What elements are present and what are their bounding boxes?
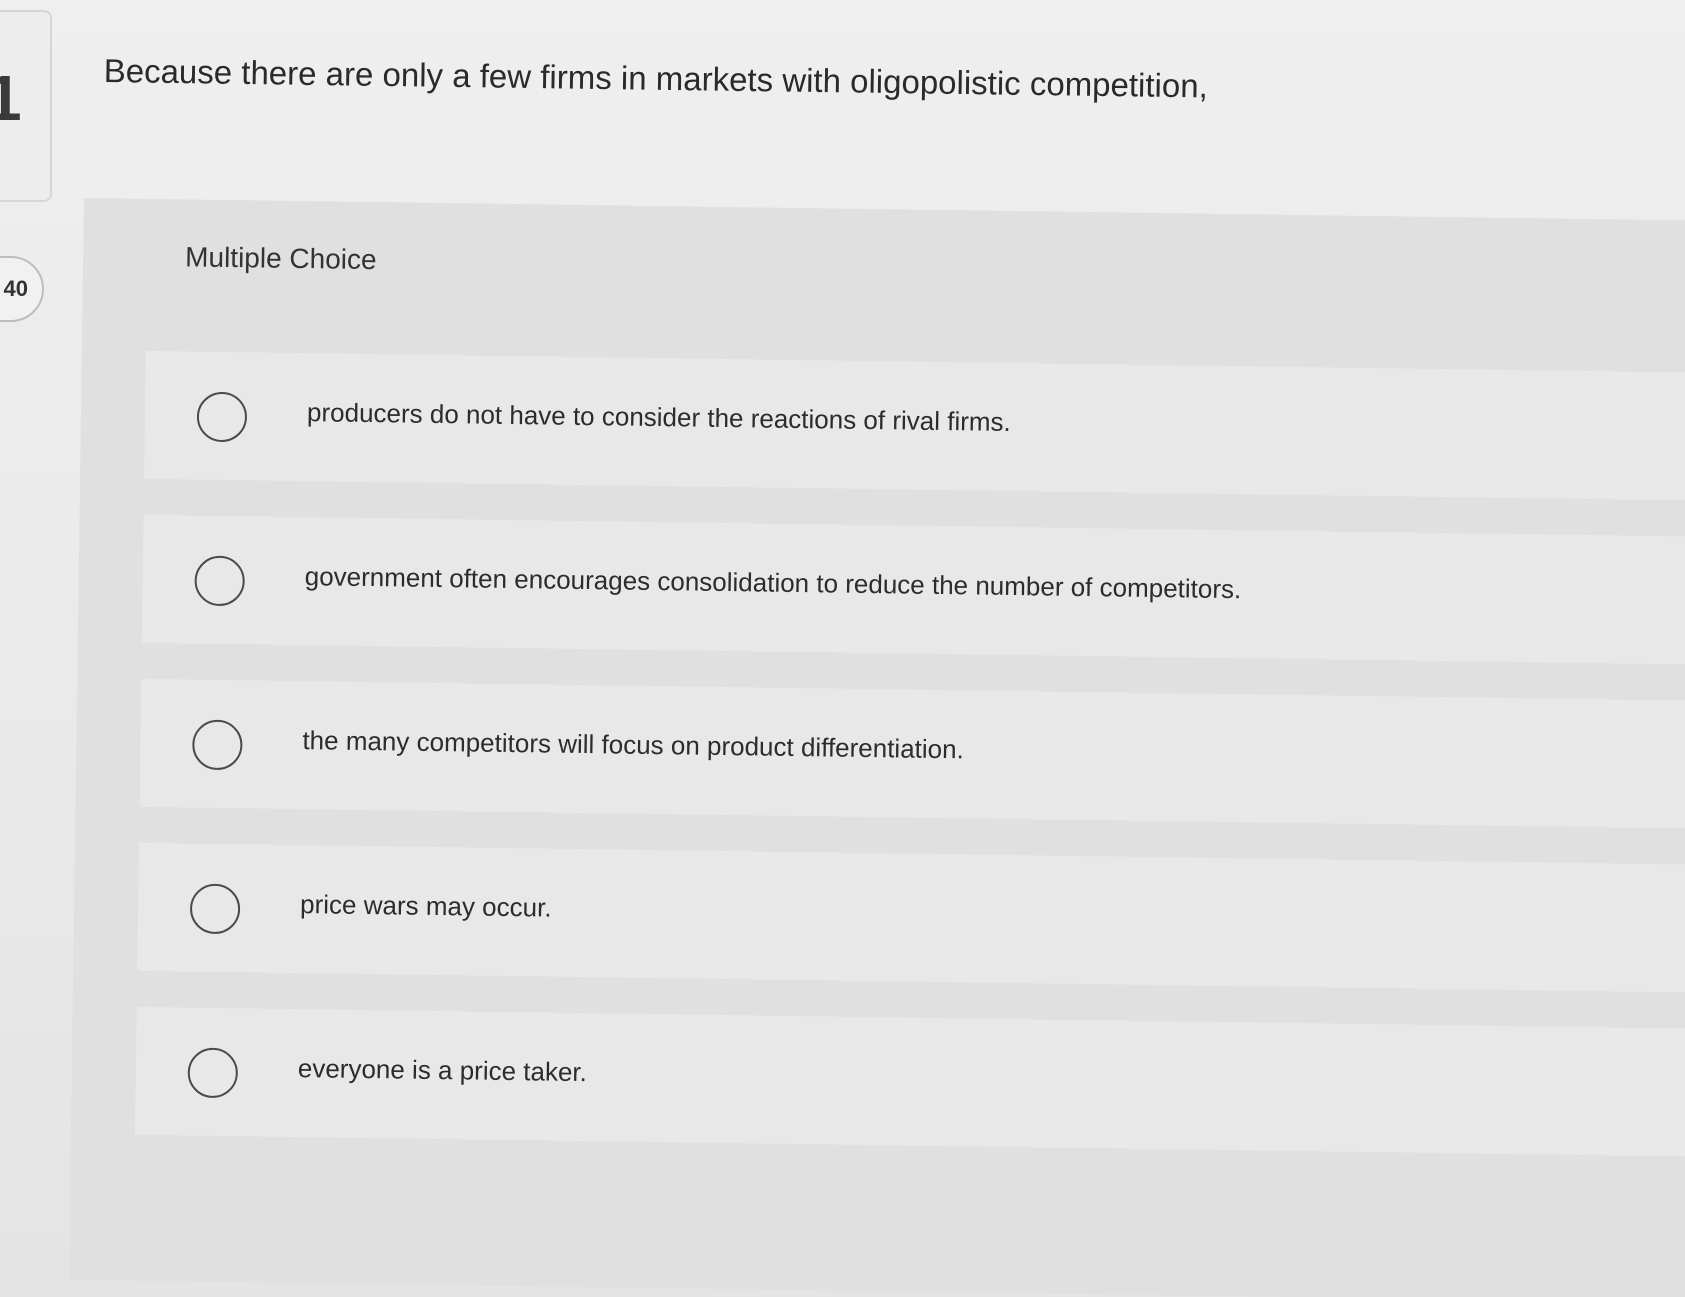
answer-option[interactable]: price wars may occur. (137, 842, 1685, 993)
multiple-choice-panel: Multiple Choice producers do not have to… (68, 198, 1685, 1297)
answer-option-text[interactable]: the many competitors will focus on produ… (302, 725, 964, 765)
answer-option[interactable]: government often encourages consolidatio… (141, 514, 1685, 665)
question-page: 1 40 Because there are only a few firms … (0, 0, 1685, 1297)
answer-option-text[interactable]: government often encourages consolidatio… (305, 561, 1242, 605)
radio-button[interactable] (194, 555, 246, 607)
multiple-choice-label: Multiple Choice (184, 241, 377, 276)
radio-button[interactable] (196, 391, 248, 443)
radio-button[interactable] (189, 883, 241, 935)
answer-option-text[interactable]: producers do not have to consider the re… (307, 397, 1011, 438)
answer-option[interactable]: producers do not have to consider the re… (144, 350, 1685, 501)
answer-option-text[interactable]: price wars may occur. (300, 889, 552, 924)
radio-button[interactable] (187, 1047, 239, 1099)
question-number: 1 (0, 62, 22, 134)
question-text: Because there are only a few firms in ma… (103, 52, 1209, 105)
points-badge: 40 (0, 256, 44, 322)
points-value: 40 (3, 276, 28, 301)
radio-button[interactable] (192, 719, 243, 771)
answer-option-text[interactable]: everyone is a price taker. (298, 1053, 587, 1088)
answer-option[interactable]: everyone is a price taker. (134, 1006, 1685, 1157)
answer-option[interactable]: the many competitors will focus on produ… (139, 678, 1685, 829)
question-number-card[interactable]: 1 (0, 10, 52, 202)
